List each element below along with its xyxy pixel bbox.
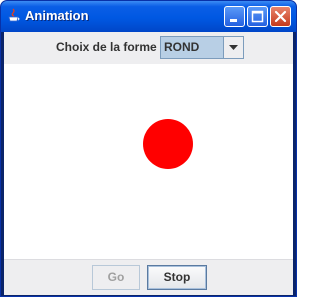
button-panel: Go Stop [4,259,293,295]
content-pane: Choix de la forme ROND Go Stop [4,32,293,295]
title-bar[interactable]: Animation [1,1,296,32]
shape-combobox[interactable]: ROND [160,36,244,59]
close-icon [274,10,287,23]
minimize-icon [230,19,237,22]
combobox-dropdown-button[interactable] [223,37,243,58]
animation-canvas [4,64,293,259]
minimize-button[interactable] [224,6,245,27]
close-button[interactable] [270,6,291,27]
chevron-down-icon [229,45,238,50]
maximize-icon [251,10,264,23]
shape-combobox-value: ROND [164,40,200,54]
shape-selector-panel: Choix de la forme ROND [4,32,293,64]
java-app-icon [7,8,20,23]
stop-button[interactable]: Stop [147,265,207,290]
go-button[interactable]: Go [92,265,140,290]
maximize-button[interactable] [247,6,268,27]
animated-shape-circle [143,119,193,169]
window-title: Animation [25,8,89,23]
application-window: Animation Choix de la forme ROND Go Stop [0,0,297,297]
shape-selector-label: Choix de la forme [56,40,157,54]
